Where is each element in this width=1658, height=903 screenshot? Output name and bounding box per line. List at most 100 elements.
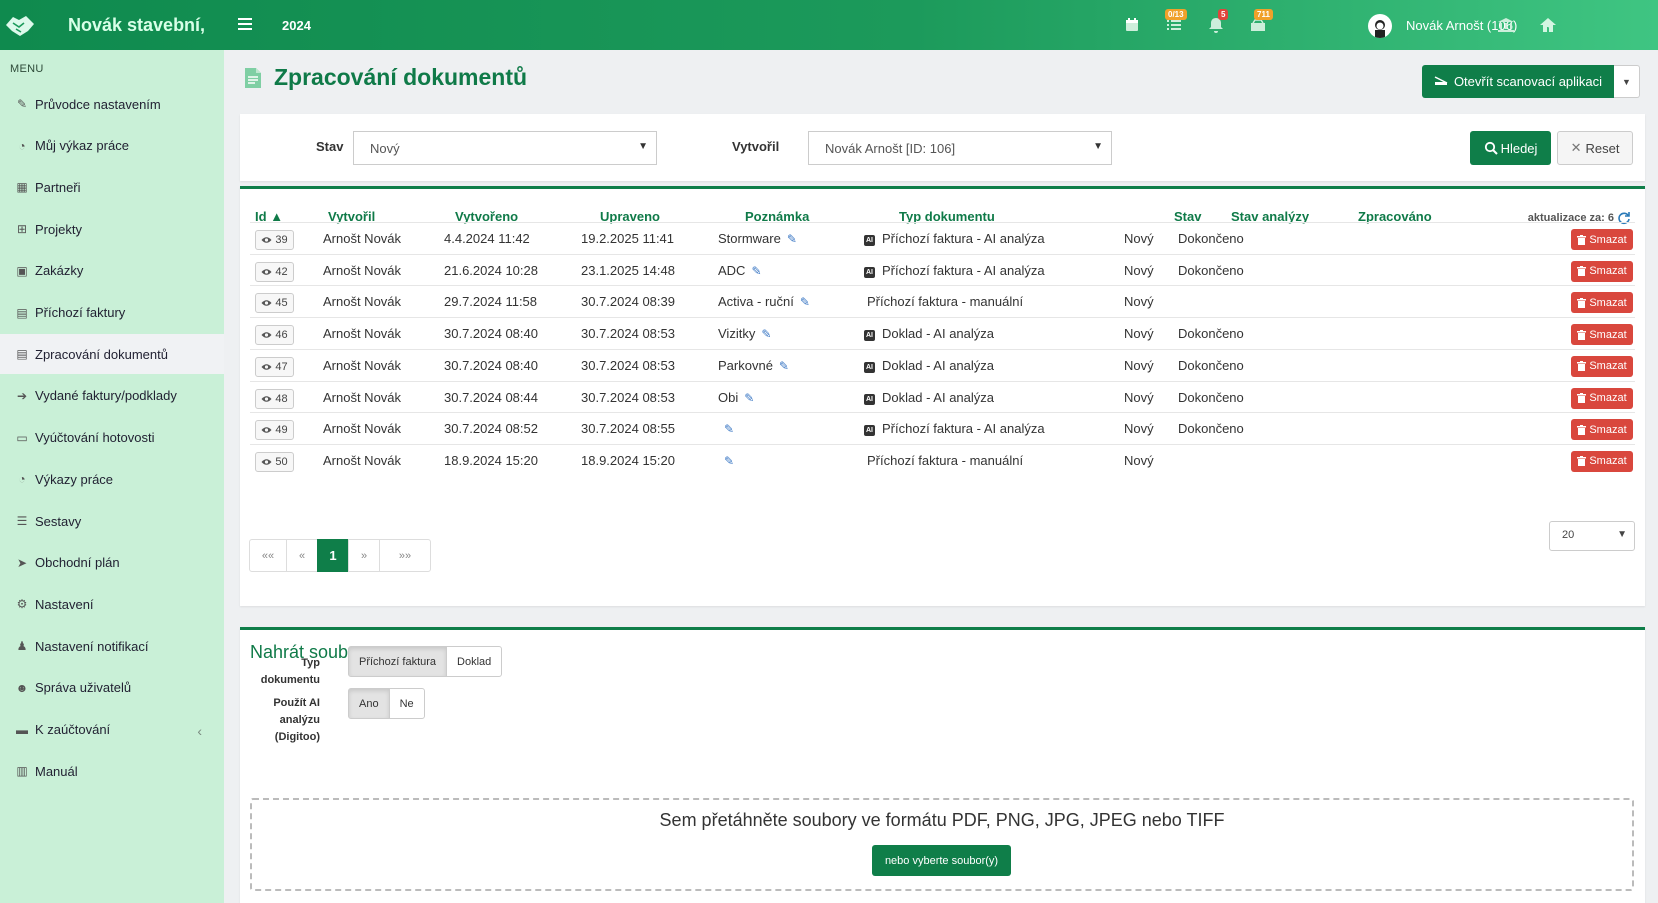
- trash-icon: [1577, 456, 1587, 467]
- edit-note-icon[interactable]: ✎: [779, 359, 789, 373]
- sidebar-item[interactable]: ▤ Zpracování dokumentů: [0, 334, 224, 375]
- sidebar-item[interactable]: ♟ Nastavení notifikací: [0, 626, 224, 666]
- ai-icon: AI: [864, 393, 875, 405]
- page-next-button[interactable]: »: [348, 539, 380, 572]
- trash-icon: [1577, 297, 1587, 308]
- edit-note-icon[interactable]: ✎: [751, 264, 761, 278]
- sidebar-item-label: Výkazy práce: [35, 471, 114, 487]
- vytvoril-filter-select[interactable]: Novák Arnošt [ID: 106] ▼: [808, 131, 1112, 165]
- doc-type-option-incoming-invoice[interactable]: Příchozí faktura: [348, 646, 448, 677]
- sidebar-item[interactable]: ▬ K zaúčtování ‹: [0, 710, 224, 750]
- edit-note-icon[interactable]: ✎: [761, 327, 771, 341]
- menu-toggle-icon[interactable]: [238, 18, 252, 30]
- view-document-button[interactable]: 49: [255, 420, 294, 441]
- folder-icon: ▬: [16, 722, 28, 737]
- sidebar-item-label: Sestavy: [35, 513, 82, 529]
- sidebar-item[interactable]: ☻ Správa uživatelů: [0, 668, 224, 708]
- view-document-button[interactable]: 39: [255, 230, 294, 250]
- delete-button[interactable]: Smazat: [1571, 229, 1633, 250]
- page-title: Zpracování dokumentů: [244, 64, 527, 91]
- sidebar-item[interactable]: ⚙ Nastavení: [0, 584, 224, 624]
- delete-button[interactable]: Smazat: [1571, 450, 1633, 472]
- cell-typ: AI Příchozí faktura - AI analýza: [864, 231, 1045, 246]
- home-icon[interactable]: [1538, 15, 1558, 35]
- edit-note-icon[interactable]: ✎: [744, 391, 754, 405]
- delete-button[interactable]: Smazat: [1571, 324, 1633, 346]
- chevron-left-icon[interactable]: ‹: [197, 723, 202, 739]
- sidebar-item[interactable]: ➔ Vydané faktury/podklady: [0, 376, 224, 416]
- sidebar-item-label: Nastavení notifikací: [35, 638, 149, 654]
- note-text: Obi: [718, 389, 739, 405]
- calendar-icon[interactable]: [1122, 15, 1142, 35]
- avatar[interactable]: [1368, 14, 1392, 38]
- messages-icon[interactable]: 711: [1248, 9, 1273, 35]
- delete-button[interactable]: Smazat: [1571, 260, 1633, 282]
- sidebar-item[interactable]: ▤ Příchozí faktury: [0, 293, 224, 333]
- book-icon: ▥: [16, 764, 28, 779]
- eye-icon: [261, 268, 272, 275]
- stav-filter-select[interactable]: Nový ▼: [353, 131, 657, 165]
- edit-note-icon[interactable]: ✎: [724, 454, 734, 468]
- delete-label: Smazat: [1589, 392, 1627, 404]
- bell-icon[interactable]: 5: [1206, 9, 1229, 35]
- sidebar-item[interactable]: ➤ Obchodní plán: [0, 543, 224, 583]
- gears-icon: ⚙: [16, 597, 28, 612]
- view-document-button[interactable]: 47: [255, 356, 294, 377]
- eye-icon: [261, 459, 272, 465]
- file-dropzone[interactable]: Sem přetáhněte soubory ve formátu PDF, P…: [250, 798, 1634, 891]
- page-prev-button[interactable]: «: [286, 539, 318, 572]
- edit-note-icon[interactable]: ✎: [800, 295, 810, 309]
- delete-button[interactable]: Smazat: [1571, 292, 1633, 314]
- cell-vytvoril: Arnošt Novák: [323, 231, 402, 246]
- per-page-select[interactable]: 20 ▼: [1549, 521, 1635, 551]
- edit-note-icon[interactable]: ✎: [724, 422, 734, 436]
- page-last-button[interactable]: »»: [379, 539, 431, 572]
- select-files-button[interactable]: nebo vyberte soubor(y): [872, 845, 1011, 876]
- search-button[interactable]: Hledej: [1470, 131, 1551, 165]
- sidebar-item[interactable]: ☰ Sestavy: [0, 501, 224, 541]
- scan-dropdown-toggle[interactable]: ▼: [1614, 65, 1640, 98]
- note-text: ADC: [718, 262, 746, 278]
- ai-option-yes[interactable]: Ano: [348, 688, 390, 719]
- cell-vytvoril: Arnošt Novák: [323, 294, 402, 310]
- reset-button[interactable]: ✕ Reset: [1557, 131, 1633, 165]
- brand-name[interactable]: Novák stavební,: [68, 15, 205, 36]
- document-type: Příchozí faktura - AI analýza: [882, 262, 1045, 278]
- ai-icon: AI: [864, 330, 875, 342]
- cell-poznamka: Obi ✎: [718, 390, 754, 405]
- view-document-button[interactable]: 48: [255, 388, 294, 409]
- sidebar-item-label: Průvodce nastavením: [35, 96, 161, 112]
- view-document-button[interactable]: 46: [255, 325, 294, 346]
- sidebar-item[interactable]: ◔ Můj výkaz práce: [0, 126, 224, 166]
- view-document-button[interactable]: 50: [255, 451, 294, 472]
- ai-option-no[interactable]: Ne: [388, 688, 425, 719]
- sidebar-item[interactable]: ⊞ Projekty: [0, 209, 224, 249]
- sidebar-item[interactable]: ▥ Manuál: [0, 751, 224, 791]
- page-current-button[interactable]: 1: [317, 539, 349, 572]
- delete-label: Smazat: [1589, 296, 1627, 309]
- delete-button[interactable]: Smazat: [1571, 387, 1633, 409]
- edit-note-icon[interactable]: ✎: [787, 232, 797, 246]
- handshake-logo-icon[interactable]: [2, 7, 38, 43]
- doc-type-option-receipt[interactable]: Doklad: [446, 646, 503, 677]
- cell-stav: Nový: [1124, 231, 1154, 246]
- sidebar-item[interactable]: ▭ Vyúčtování hotovosti: [0, 418, 224, 458]
- trash-icon: [1577, 361, 1587, 372]
- sidebar-item[interactable]: ▣ Zakázky: [0, 251, 224, 291]
- view-document-button[interactable]: 42: [255, 261, 294, 282]
- view-document-button[interactable]: 45: [255, 293, 294, 314]
- page-first-button[interactable]: ««: [249, 539, 287, 572]
- sidebar-item[interactable]: ✎ Průvodce nastavením: [0, 84, 224, 124]
- delete-button[interactable]: Smazat: [1571, 355, 1633, 377]
- year-selector[interactable]: 2024: [282, 18, 311, 33]
- chevron-down-icon: ▼: [1093, 141, 1103, 152]
- bank-icon[interactable]: [1496, 15, 1516, 35]
- users-icon: ☻: [15, 680, 29, 695]
- wrench-icon: ✎: [16, 97, 28, 111]
- sidebar-item[interactable]: ◔ Výkazy práce: [0, 459, 224, 499]
- cell-vytvoreno: 29.7.2024 11:58: [444, 294, 538, 310]
- tasks-icon[interactable]: 0/13: [1164, 9, 1187, 35]
- delete-button[interactable]: Smazat: [1571, 419, 1633, 441]
- sidebar-item[interactable]: ▦ Partneři: [0, 167, 224, 207]
- open-scan-app-button[interactable]: Otevřít scanovací aplikaci: [1422, 65, 1614, 98]
